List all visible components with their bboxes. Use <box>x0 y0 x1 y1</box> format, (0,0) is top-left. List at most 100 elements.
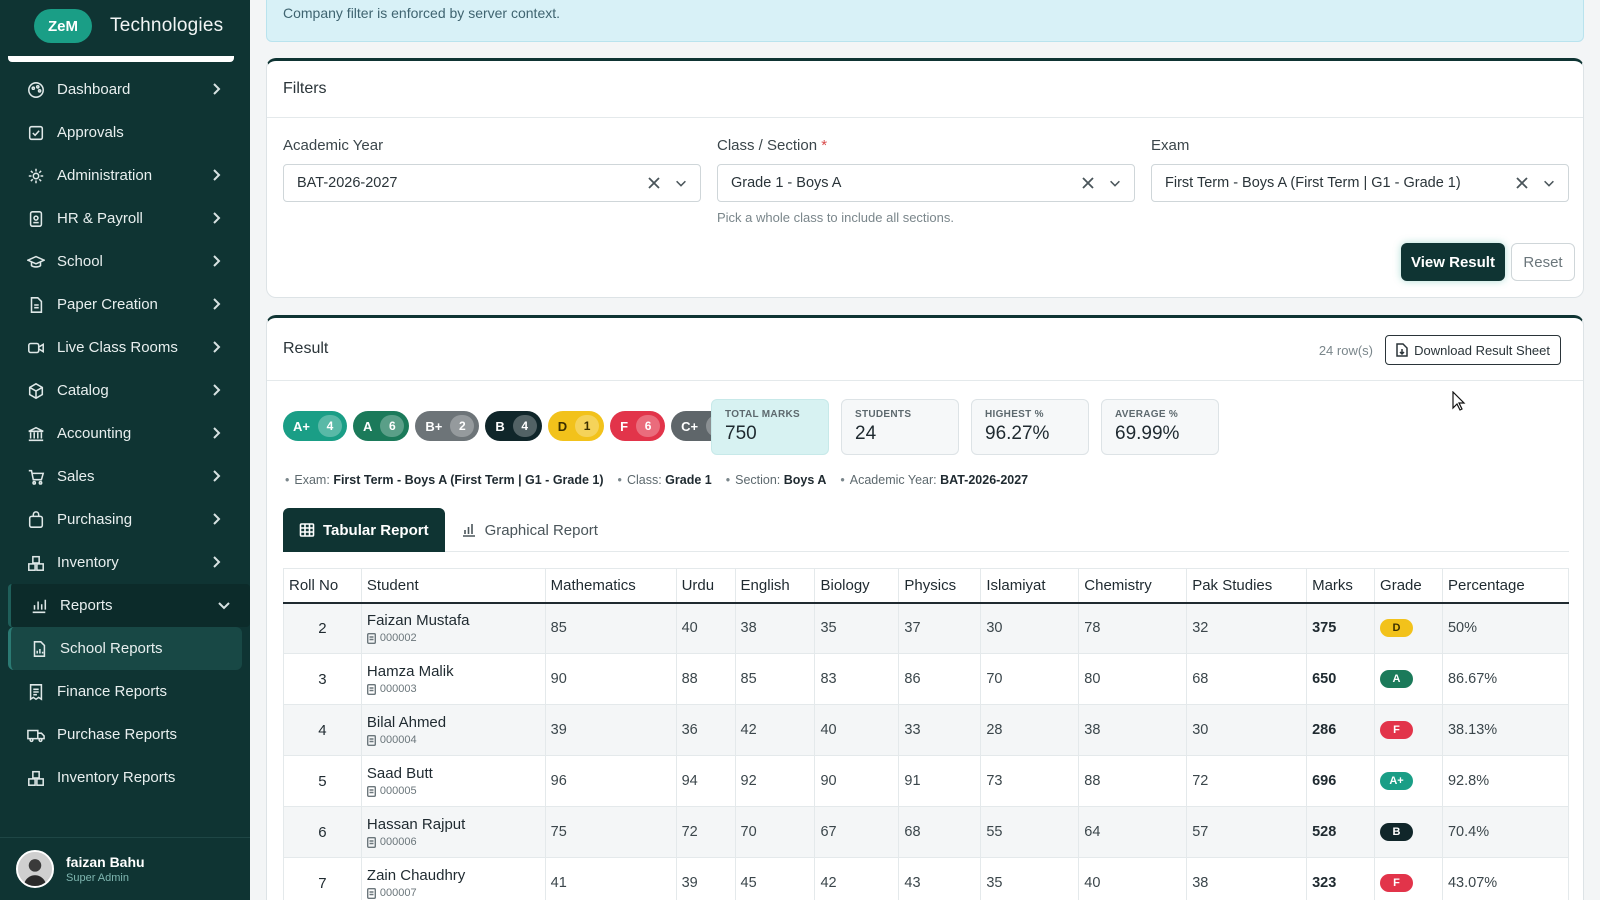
sidebar-item-paper-creation[interactable]: Paper Creation <box>0 283 250 326</box>
sidebar: ZeM Technologies Dashboard Approvals Adm… <box>0 0 250 900</box>
score-cell: 30 <box>1186 704 1308 756</box>
score-cell: 35 <box>980 857 1080 900</box>
chevron-right-icon <box>208 511 224 527</box>
score-cell: 70 <box>734 806 816 858</box>
score-cell: 90 <box>544 653 677 705</box>
grade-label: C+ <box>681 418 699 434</box>
sidebar-item-dashboard[interactable]: Dashboard <box>0 68 250 111</box>
tab-tabular-report[interactable]: Tabular Report <box>283 508 445 552</box>
sidebar-item-school[interactable]: School <box>0 240 250 283</box>
score-cell: 85 <box>544 602 677 654</box>
result-card: Result 24 row(s) Download Result Sheet A… <box>266 315 1584 900</box>
sidebar-item-administration[interactable]: Administration <box>0 154 250 197</box>
grade-cell: F <box>1374 857 1443 900</box>
score-cell: 35 <box>814 602 900 654</box>
bank-icon <box>27 425 45 443</box>
score-cell: 45 <box>734 857 816 900</box>
exam-label: Exam <box>1151 137 1190 154</box>
column-header: Physics <box>898 568 982 604</box>
percentage-cell: 70.4% <box>1441 806 1570 858</box>
score-cell: 83 <box>814 653 900 705</box>
score-cell: 94 <box>675 755 736 807</box>
column-header: Percentage <box>1441 568 1570 604</box>
stat-value: 96.27% <box>985 423 1050 444</box>
student-name: Hamza Malik <box>366 663 454 680</box>
clear-icon[interactable] <box>1514 175 1530 191</box>
sidebar-item-sales[interactable]: Sales <box>0 455 250 498</box>
score-cell: 90 <box>814 755 900 807</box>
chevron-down-icon[interactable] <box>1108 176 1122 190</box>
sidebar-item-finance-reports[interactable]: Finance Reports <box>0 670 250 713</box>
sidebar-item-inventory[interactable]: Inventory <box>0 541 250 584</box>
sidebar-item-label: HR & Payroll <box>57 210 143 227</box>
sidebar-item-purchasing[interactable]: Purchasing <box>0 498 250 541</box>
table-body: 2 Faizan Mustafa 000002 85 40 38 35 37 30 78 32 375… <box>283 602 1570 900</box>
grade-badge: D <box>1380 619 1414 638</box>
grade-badge: B <box>1380 823 1414 841</box>
student-id-value: 000004 <box>379 734 417 746</box>
meta-label: Exam: <box>294 473 330 487</box>
view-result-button[interactable]: View Result <box>1401 243 1505 281</box>
meta-exam: Exam: First Term - Boys A (First Term | … <box>285 473 603 487</box>
gear-icon <box>27 167 45 185</box>
score-cell: 78 <box>1078 602 1188 654</box>
score-cell: 32 <box>1186 602 1308 654</box>
student-id-value: 000006 <box>379 836 417 848</box>
chevron-down-icon[interactable] <box>674 176 688 190</box>
clear-icon[interactable] <box>1080 175 1096 191</box>
sidebar-item-accounting[interactable]: Accounting <box>0 412 250 455</box>
grade-count: 6 <box>636 415 661 437</box>
class-section-select[interactable]: Grade 1 - Boys A <box>717 164 1135 202</box>
stat-highest: HIGHEST % 96.27% <box>971 399 1089 455</box>
sidebar-item-label: Purchasing <box>57 511 133 528</box>
bag-icon <box>27 510 45 529</box>
percentage-cell: 38.13% <box>1441 704 1570 756</box>
student-id: 000006 <box>366 836 545 848</box>
score-cell: 91 <box>898 755 982 807</box>
sidebar-item-purchase-reports[interactable]: Purchase Reports <box>0 713 250 756</box>
grade-label: D <box>557 418 568 434</box>
filters-title: Filters <box>267 61 1583 118</box>
chevron-down-icon[interactable] <box>1542 176 1556 190</box>
sidebar-item-label: Live Class Rooms <box>57 339 178 356</box>
sidebar-item-approvals[interactable]: Approvals <box>0 111 250 154</box>
exam-select[interactable]: First Term - Boys A (First Term | G1 - G… <box>1151 164 1569 202</box>
sidebar-item-reports[interactable]: Reports <box>8 584 250 627</box>
score-cell: 36 <box>675 704 736 756</box>
percentage-cell: 43.07% <box>1441 857 1570 900</box>
sidebar-item-live-class-rooms[interactable]: Live Class Rooms <box>0 326 250 369</box>
stat-label: STUDENTS <box>855 409 912 420</box>
student-id: 000004 <box>366 734 545 746</box>
score-cell: 80 <box>1078 653 1188 705</box>
grade-badge: A <box>1380 670 1414 688</box>
meta-section: Section: Boys A <box>726 473 826 487</box>
score-cell: 75 <box>544 806 677 858</box>
sidebar-item-hr-payroll[interactable]: HR & Payroll <box>0 197 250 240</box>
grade-pill-b: B4 <box>485 411 542 441</box>
grade-label: F <box>620 418 629 434</box>
reset-button[interactable]: Reset <box>1511 243 1575 281</box>
score-cell: 39 <box>675 857 736 900</box>
score-cell: 72 <box>675 806 736 858</box>
score-cell: 40 <box>1078 857 1188 900</box>
clear-icon[interactable] <box>646 175 662 191</box>
id-card-icon <box>366 785 376 797</box>
student-id: 000003 <box>366 683 545 695</box>
download-result-sheet-button[interactable]: Download Result Sheet <box>1385 335 1561 365</box>
tab-graphical-report[interactable]: Graphical Report <box>445 508 614 552</box>
chevron-down-icon <box>216 597 232 613</box>
brand[interactable]: ZeM Technologies <box>0 0 250 52</box>
score-cell: 55 <box>980 806 1080 858</box>
academic-year-select[interactable]: BAT-2026-2027 <box>283 164 701 202</box>
column-header: Roll No <box>283 568 362 604</box>
score-cell: 88 <box>675 653 736 705</box>
sidebar-item-catalog[interactable]: Catalog <box>0 369 250 412</box>
sidebar-item-inventory-reports[interactable]: Inventory Reports <box>0 756 250 799</box>
stat-students: STUDENTS 24 <box>841 399 959 455</box>
grade-cell: A <box>1374 653 1443 705</box>
student-name: Zain Chaudhry <box>366 867 466 884</box>
marks-cell: 650 <box>1306 653 1376 705</box>
row-count: 24 row(s) <box>1318 343 1373 358</box>
user-profile[interactable]: faizan Bahu Super Admin <box>0 837 250 900</box>
sidebar-item-school-reports[interactable]: School Reports <box>8 627 242 670</box>
